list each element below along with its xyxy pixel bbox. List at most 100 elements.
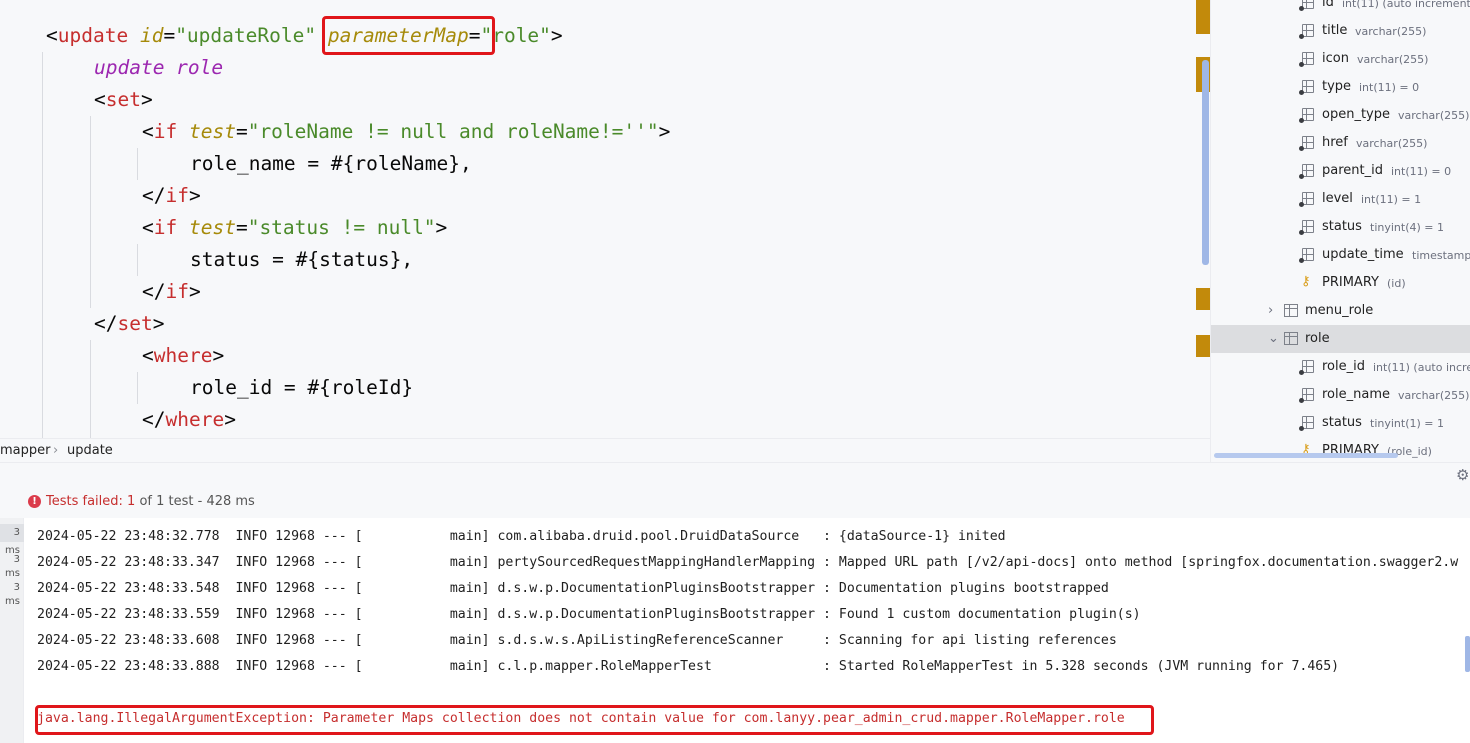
db-tree-item-primary[interactable]: ⚷ PRIMARY (id) bbox=[1211, 269, 1470, 297]
key-icon: ⚷ bbox=[1301, 274, 1311, 289]
not-null-badge bbox=[1299, 90, 1304, 95]
console-output[interactable]: 2024-05-22 23:48:32.778 INFO 12968 --- [… bbox=[24, 518, 1470, 743]
code-token: < bbox=[142, 120, 154, 143]
code-line[interactable]: role_id = #{roleId} bbox=[190, 372, 413, 404]
code-token: set bbox=[117, 312, 153, 335]
db-tree-item-role-name[interactable]: role_name varchar(255) bbox=[1211, 381, 1470, 409]
db-item-name: id bbox=[1322, 0, 1334, 10]
code-line[interactable]: <if test="roleName != null and roleName!… bbox=[142, 116, 670, 148]
db-tree-item-role-id[interactable]: role_id int(11) (auto increm bbox=[1211, 353, 1470, 381]
console-scrollbar[interactable] bbox=[1465, 636, 1470, 672]
test-duration[interactable]: 3 ms bbox=[0, 524, 24, 556]
editor-scrollbar[interactable] bbox=[1202, 60, 1209, 265]
indent-guide bbox=[137, 148, 138, 180]
db-tree-item-open-type[interactable]: open_type varchar(255) = ' bbox=[1211, 101, 1470, 129]
code-token: set bbox=[105, 88, 141, 111]
not-null-badge bbox=[1299, 146, 1304, 151]
code-line[interactable]: status = #{status}, bbox=[190, 244, 413, 276]
log-line: 2024-05-22 23:48:33.608 INFO 12968 --- [… bbox=[37, 633, 1117, 648]
code-line[interactable]: </set> bbox=[94, 308, 164, 340]
code-token: < bbox=[142, 344, 154, 367]
code-editor[interactable]: <update id="updateRole" parameterMap="ro… bbox=[0, 0, 1210, 438]
db-item-type: int(11) = 1 bbox=[1361, 193, 1422, 206]
not-null-badge bbox=[1299, 6, 1304, 11]
test-results-tree[interactable]: 3 ms 3 ms 3 ms bbox=[0, 518, 24, 743]
code-token: < bbox=[142, 216, 154, 239]
db-tree-item-update-time[interactable]: update_time timestamp = C bbox=[1211, 241, 1470, 269]
db-item-name: role_id bbox=[1322, 359, 1365, 374]
error-icon: ! bbox=[28, 495, 41, 508]
db-item-name: type bbox=[1322, 79, 1352, 94]
code-token: if bbox=[165, 184, 189, 207]
db-tree-item-parent-id[interactable]: parent_id int(11) = 0 bbox=[1211, 157, 1470, 185]
code-line[interactable]: update role bbox=[94, 52, 223, 84]
db-tree-item-level[interactable]: level int(11) = 1 bbox=[1211, 185, 1470, 213]
code-line[interactable]: <if test="status != null"> bbox=[142, 212, 447, 244]
code-token: test bbox=[188, 120, 236, 143]
test-duration[interactable]: 3 ms bbox=[0, 553, 24, 581]
db-item-type: int(11) (auto increm bbox=[1373, 361, 1470, 374]
code-token: = bbox=[235, 120, 248, 143]
code-token: update role bbox=[94, 56, 224, 79]
db-item-type: int(11) (auto increment) bbox=[1342, 0, 1470, 10]
table-icon bbox=[1284, 304, 1298, 317]
chevron-right-icon[interactable]: › bbox=[1268, 301, 1273, 321]
code-line[interactable]: role_name = #{roleName}, bbox=[190, 148, 472, 180]
database-horizontal-scrollbar[interactable] bbox=[1214, 453, 1398, 458]
gear-icon[interactable]: ⚙ bbox=[1456, 466, 1469, 484]
log-line: 2024-05-22 23:48:33.548 INFO 12968 --- [… bbox=[37, 581, 1109, 596]
warning-marker[interactable] bbox=[1196, 0, 1210, 34]
status-detail: of 1 test - 428 ms bbox=[135, 494, 255, 509]
parameter-map-highlight bbox=[322, 16, 495, 55]
db-tree-item-type[interactable]: type int(11) = 0 bbox=[1211, 73, 1470, 101]
db-tree-item-status[interactable]: status tinyint(4) = 1 bbox=[1211, 213, 1470, 241]
db-item-type: varchar(255) bbox=[1357, 53, 1429, 66]
not-null-badge bbox=[1299, 34, 1304, 39]
breadcrumb-item-update[interactable]: update bbox=[67, 439, 113, 463]
db-item-name: href bbox=[1322, 135, 1348, 150]
indent-guide bbox=[90, 340, 91, 438]
db-item-type: (id) bbox=[1387, 277, 1406, 290]
test-duration[interactable]: 3 ms bbox=[0, 581, 24, 609]
db-item-name: role_name bbox=[1322, 387, 1390, 402]
db-item-type: varchar(255) bbox=[1356, 137, 1428, 150]
code-line[interactable]: </where> bbox=[142, 404, 236, 436]
not-null-badge bbox=[1299, 426, 1304, 431]
db-tree-item-status[interactable]: status tinyint(1) = 1 bbox=[1211, 409, 1470, 437]
code-line[interactable]: <where> bbox=[142, 340, 224, 372]
db-item-name: icon bbox=[1322, 51, 1349, 66]
breadcrumb-item-mapper[interactable]: mapper bbox=[0, 439, 50, 463]
db-item-name: role bbox=[1305, 331, 1330, 346]
test-status: Tests failed: 1 of 1 test - 428 ms bbox=[46, 493, 255, 511]
code-token: status = #{status}, bbox=[190, 248, 414, 271]
not-null-badge bbox=[1299, 118, 1304, 123]
code-token: > bbox=[658, 120, 671, 143]
db-tree-item-role[interactable]: ⌄ role bbox=[1211, 325, 1470, 353]
log-line: 2024-05-22 23:48:33.559 INFO 12968 --- [… bbox=[37, 607, 1141, 622]
db-item-name: status bbox=[1322, 415, 1362, 430]
db-tree-item-primary[interactable]: ⚷ PRIMARY (role_id) bbox=[1211, 437, 1470, 462]
db-tree-item-id[interactable]: id int(11) (auto increment) bbox=[1211, 0, 1470, 17]
db-tree-item-icon[interactable]: icon varchar(255) bbox=[1211, 45, 1470, 73]
db-tree-item-title[interactable]: title varchar(255) bbox=[1211, 17, 1470, 45]
warning-marker[interactable] bbox=[1196, 288, 1210, 310]
database-tree-panel[interactable]: id int(11) (auto increment) title varchar(2… bbox=[1210, 0, 1470, 462]
warning-marker[interactable] bbox=[1196, 335, 1210, 357]
code-line[interactable]: </if> bbox=[142, 180, 201, 212]
db-item-name: status bbox=[1322, 219, 1362, 234]
chevron-down-icon[interactable]: ⌄ bbox=[1268, 329, 1279, 349]
indent-guide bbox=[137, 372, 138, 404]
db-item-name: update_time bbox=[1322, 247, 1404, 262]
code-line[interactable]: <set> bbox=[94, 84, 153, 116]
db-item-name: parent_id bbox=[1322, 163, 1383, 178]
db-item-name: menu_role bbox=[1305, 303, 1374, 318]
db-tree-item-menu-role[interactable]: › menu_role bbox=[1211, 297, 1470, 325]
code-line[interactable]: </if> bbox=[142, 276, 201, 308]
indent-guide bbox=[90, 116, 91, 308]
code-token: > bbox=[152, 312, 165, 335]
table-icon bbox=[1284, 332, 1298, 345]
db-item-type: tinyint(4) = 1 bbox=[1370, 221, 1444, 234]
db-tree-item-href[interactable]: href varchar(255) bbox=[1211, 129, 1470, 157]
db-item-type: varchar(255) bbox=[1355, 25, 1427, 38]
